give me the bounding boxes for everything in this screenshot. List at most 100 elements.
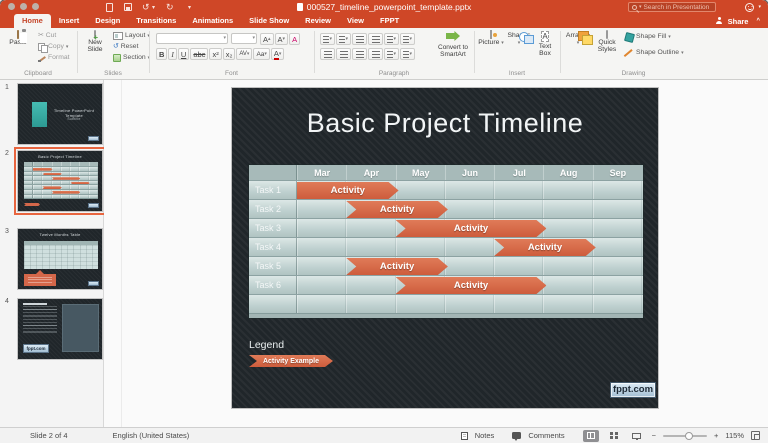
shape-outline-button[interactable]: Shape Outline▾: [625, 49, 684, 57]
convert-to-smartart-button[interactable]: Convert toSmartArt: [433, 31, 473, 58]
tab-review[interactable]: Review: [297, 14, 339, 28]
font-color-button[interactable]: A▾: [271, 48, 285, 60]
font-sup-button[interactable]: x²: [209, 48, 221, 60]
cut-button[interactable]: ✂Cut: [38, 32, 56, 40]
slideshow-view-button[interactable]: [629, 430, 645, 442]
thumbnail-slide-1[interactable]: Timeline PowerPoint Template Subtitle: [17, 83, 103, 145]
gantt-activity-bar[interactable]: Activity: [346, 201, 448, 218]
feedback-smiley-icon[interactable]: [745, 3, 754, 12]
gantt-activity-bar[interactable]: [70, 182, 90, 185]
slide-title[interactable]: Basic Project Timeline: [232, 108, 658, 139]
arrange-button[interactable]: Arrange ▾: [564, 31, 592, 47]
gantt-activity-bar[interactable]: Activity: [346, 258, 448, 275]
gantt-activity-bar[interactable]: [52, 191, 81, 194]
font-sp-button[interactable]: AV▾: [236, 48, 252, 60]
quick-styles-button[interactable]: QuickStyles: [594, 31, 620, 53]
zoom-slider-thumb[interactable]: [685, 432, 693, 440]
gantt-activity-bar[interactable]: Activity: [297, 182, 399, 199]
picture-icon: [490, 30, 492, 39]
legend-activity-arrow[interactable]: Activity Example: [249, 355, 333, 367]
picture-button[interactable]: Picture ▾: [478, 31, 504, 47]
font-sub-button[interactable]: x₂: [223, 48, 236, 60]
slide[interactable]: Basic Project Timeline MarAprMayJunJulAu…: [232, 88, 658, 408]
zoom-out-button[interactable]: −: [652, 431, 656, 440]
format-painter-button[interactable]: Format: [38, 54, 70, 62]
grow-font-button[interactable]: A▴: [260, 33, 274, 45]
shape-fill-button[interactable]: Shape Fill▾: [625, 33, 671, 41]
section-button[interactable]: Section▾: [113, 54, 150, 62]
gantt-activity-bar[interactable]: [42, 173, 62, 176]
bullets-button[interactable]: ▾: [320, 33, 335, 45]
numbering-button[interactable]: ▾: [336, 33, 351, 45]
thumbnail-slide-4[interactable]: fppt.com: [17, 298, 103, 360]
search-input[interactable]: [644, 4, 714, 11]
slide-sorter-view-button[interactable]: [606, 430, 622, 442]
align-text-button[interactable]: ▾: [400, 48, 415, 60]
columns-button[interactable]: ▾: [400, 33, 415, 45]
tab-design[interactable]: Design: [87, 14, 128, 28]
indent-increase-button[interactable]: [368, 33, 383, 45]
copy-button[interactable]: Copy▾: [38, 43, 68, 51]
share-cluster[interactable]: Share ^: [716, 14, 760, 28]
slide-counter: Slide 2 of 4: [30, 431, 68, 440]
tab-transitions[interactable]: Transitions: [128, 14, 184, 28]
font-u-button[interactable]: U: [178, 48, 189, 60]
font-i-button[interactable]: I: [168, 48, 177, 60]
gantt-activity-bar[interactable]: [33, 168, 53, 171]
gantt-cell: [445, 238, 494, 256]
layout-button[interactable]: Layout▾: [113, 32, 150, 40]
tab-slide-show[interactable]: Slide Show: [241, 14, 297, 28]
gantt-cell: [297, 276, 346, 294]
shrink-font-button[interactable]: A▾: [275, 33, 289, 45]
font-b-button[interactable]: B: [156, 48, 167, 60]
gantt-table[interactable]: MarAprMayJunJulAugSepTask 1ActivityTask …: [249, 165, 643, 318]
indent-decrease-button[interactable]: [352, 33, 367, 45]
text-direction-button[interactable]: ▾: [384, 48, 399, 60]
zoom-percentage[interactable]: 115%: [725, 431, 744, 440]
zoom-in-button[interactable]: +: [714, 431, 718, 440]
justify-button[interactable]: [368, 48, 383, 60]
share-label[interactable]: Share: [728, 17, 749, 26]
gantt-activity-bar[interactable]: Activity: [494, 239, 596, 256]
thumbnail-slide-3[interactable]: Twelve Months Table: [17, 228, 103, 290]
layout-icon: [113, 32, 123, 40]
zoom-slider[interactable]: [663, 435, 707, 437]
font-name-select[interactable]: [156, 33, 228, 44]
language-indicator[interactable]: English (United States): [113, 431, 190, 440]
reset-button[interactable]: ↺Reset: [113, 43, 138, 51]
gantt-activity-bar[interactable]: Activity: [396, 277, 547, 294]
normal-view-button[interactable]: [583, 430, 599, 442]
new-slide-button[interactable]: New Slide: [80, 31, 110, 53]
align-left-button[interactable]: [320, 48, 335, 60]
gantt-activity-bar[interactable]: Activity: [396, 220, 547, 237]
clear-formatting-button[interactable]: A: [289, 33, 300, 45]
align-center-button[interactable]: [336, 48, 351, 60]
thumbnail-slide-2[interactable]: Basic Project Timeline: [17, 150, 103, 212]
font-case-button[interactable]: Aa▾: [253, 48, 269, 60]
collapse-ribbon-icon[interactable]: ^: [756, 18, 760, 24]
search-box[interactable]: ▾: [628, 2, 716, 12]
legend-title[interactable]: Legend: [249, 339, 284, 351]
comments-button[interactable]: Comments: [528, 431, 564, 440]
feedback-caret-icon[interactable]: ▾: [758, 4, 761, 10]
fit-slide-button[interactable]: [751, 431, 760, 440]
tab-view[interactable]: View: [339, 14, 372, 28]
gantt-activity-bar[interactable]: [52, 177, 81, 180]
fppt-logo[interactable]: fppt.com: [610, 382, 656, 398]
slide-canvas: Basic Project Timeline MarAprMayJunJulAu…: [104, 80, 768, 427]
thumb4-logo: fppt.com: [23, 344, 49, 353]
gantt-activity-bar[interactable]: [42, 186, 62, 189]
text-box-button[interactable]: A TextBox: [534, 31, 556, 57]
thumb3-callout: [24, 274, 56, 286]
paste-button[interactable]: Paste: [4, 31, 32, 46]
align-right-button[interactable]: [352, 48, 367, 60]
shapes-button[interactable]: Shapes ▾: [506, 31, 532, 47]
tab-animations[interactable]: Animations: [184, 14, 241, 28]
tab-fppt[interactable]: FPPT: [372, 14, 407, 28]
tab-home[interactable]: Home: [14, 14, 51, 28]
line-spacing-button[interactable]: ▾: [384, 33, 399, 45]
font-s-button[interactable]: abc: [190, 48, 208, 60]
notes-button[interactable]: Notes: [475, 431, 495, 440]
font-size-select[interactable]: [231, 33, 257, 44]
tab-insert[interactable]: Insert: [51, 14, 87, 28]
